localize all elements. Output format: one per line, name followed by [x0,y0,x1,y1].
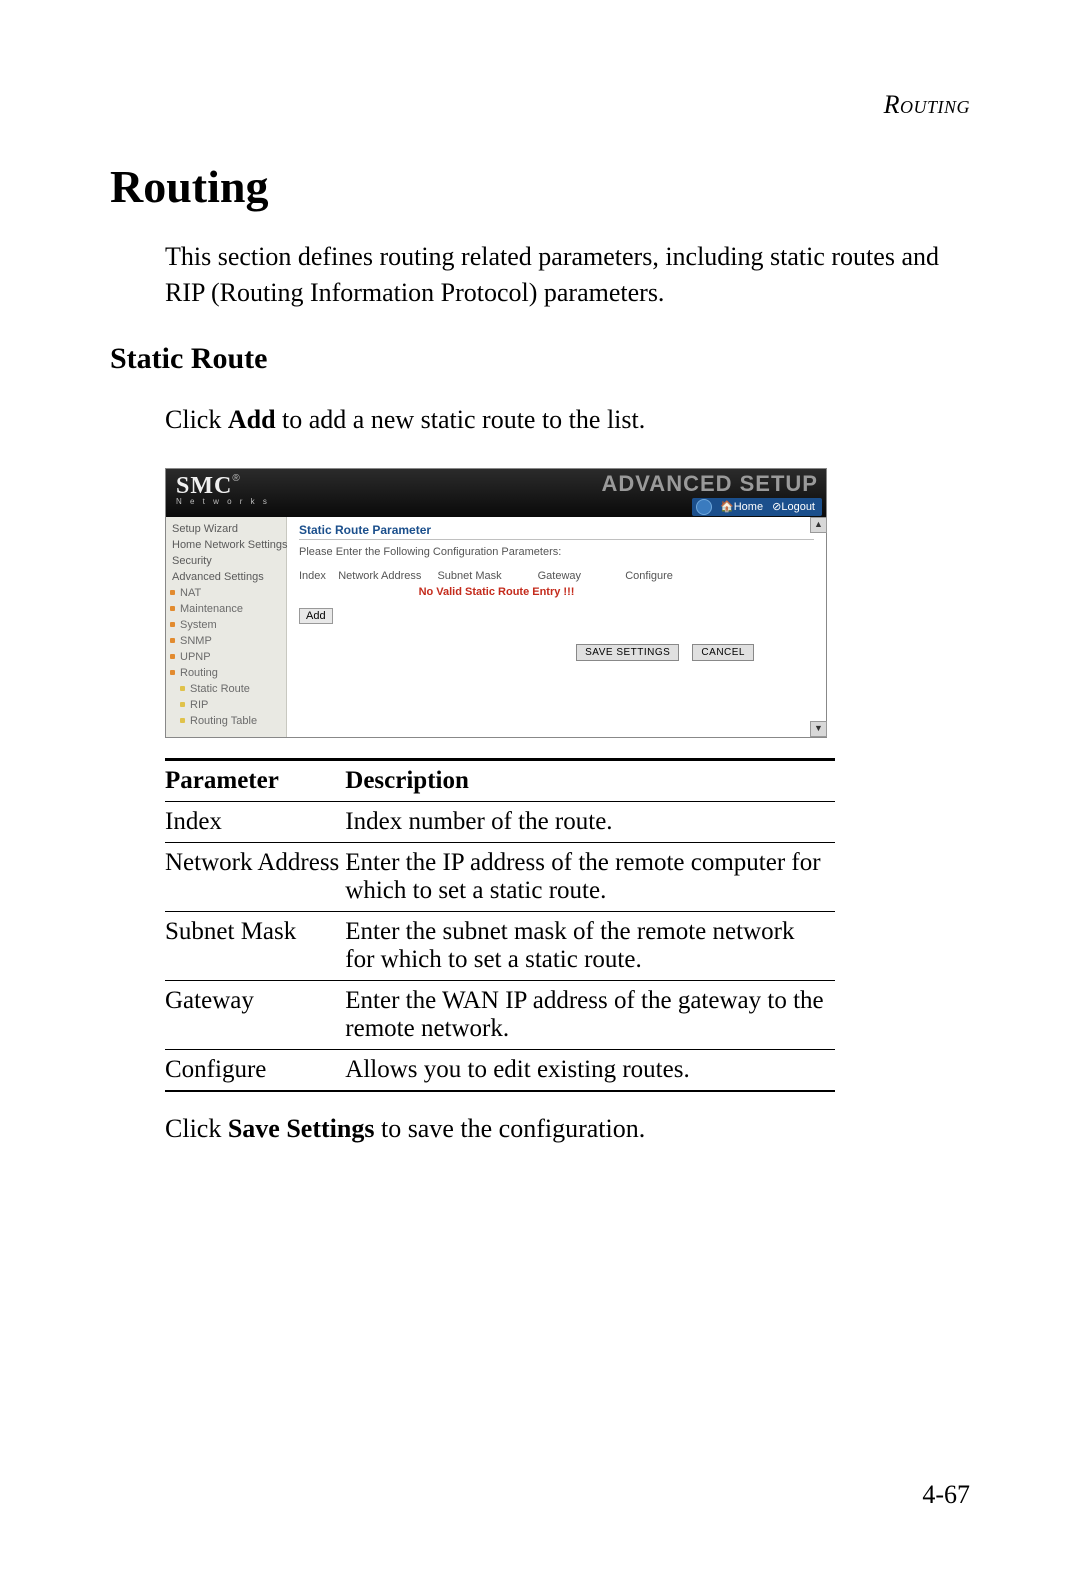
table-row: Network Address Enter the IP address of … [165,843,835,912]
param-desc: Allows you to edit existing routes. [345,1050,835,1092]
th-parameter: Parameter [165,760,345,802]
sidebar-item-security[interactable]: Security [166,553,286,569]
sub-intro-bold: Add [228,405,276,434]
cancel-button[interactable]: CANCEL [692,644,754,661]
content-pane: ▲ Static Route Parameter Please Enter th… [287,517,826,737]
smc-logo: SMC® N e t w o r k s [176,473,270,506]
col-subnet-mask: Subnet Mask [425,570,515,582]
closing-post: to save the configuration. [374,1114,645,1143]
col-configure: Configure [604,570,694,582]
param-name: Subnet Mask [165,912,345,981]
sub-intro-paragraph: Click Add to add a new static route to t… [165,402,970,438]
param-name: Index [165,802,345,843]
sidebar-item-nat[interactable]: NAT [166,585,286,601]
closing-pre: Click [165,1114,228,1143]
param-desc: Enter the subnet mask of the remote netw… [345,912,835,981]
content-instruction: Please Enter the Following Configuration… [299,546,814,558]
subsection-title: Static Route [110,342,970,376]
sidebar-item-maintenance[interactable]: Maintenance [166,601,286,617]
col-index: Index [299,570,335,582]
page-container: Routing Routing This section defines rou… [0,0,1080,1570]
logo-reg: ® [232,473,239,484]
scroll-down-icon[interactable]: ▼ [810,721,827,737]
sidebar-item-home-network[interactable]: Home Network Settings [166,537,286,553]
action-row: SAVE SETTINGS CANCEL [299,644,814,661]
parameter-description-table: Parameter Description Index Index number… [165,758,835,1092]
running-head: Routing [884,90,970,120]
table-row: Subnet Mask Enter the subnet mask of the… [165,912,835,981]
router-screenshot: SMC® N e t w o r k s ADVANCED SETUP 🏠Hom… [165,468,827,738]
screenshot-body: Setup Wizard Home Network Settings Secur… [166,517,826,737]
param-name: Network Address [165,843,345,912]
scroll-up-icon[interactable]: ▲ [810,517,827,533]
content-title: Static Route Parameter [299,523,814,540]
save-settings-button[interactable]: SAVE SETTINGS [576,644,679,661]
param-desc: Index number of the route. [345,802,835,843]
logo-text: SMC [176,473,232,499]
table-header-row: Index Network Address Subnet Mask Gatewa… [299,570,814,582]
closing-paragraph: Click Save Settings to save the configur… [165,1114,970,1144]
table-row: Index Index number of the route. [165,802,835,843]
sidebar-item-routing[interactable]: Routing [166,665,286,681]
sidebar-item-advanced[interactable]: Advanced Settings [166,569,286,585]
table-row: Configure Allows you to edit existing ro… [165,1050,835,1092]
sidebar-item-routing-table[interactable]: Routing Table [166,713,286,729]
page-number: 4-67 [922,1480,970,1510]
sidebar-item-snmp[interactable]: SNMP [166,633,286,649]
no-valid-entry: No Valid Static Route Entry !!! [299,586,814,598]
sidebar-item-setup-wizard[interactable]: Setup Wizard [166,521,286,537]
sidebar: Setup Wizard Home Network Settings Secur… [166,517,287,737]
screenshot-header: SMC® N e t w o r k s ADVANCED SETUP 🏠Hom… [166,469,826,517]
th-description: Description [345,760,835,802]
col-network-address: Network Address [335,570,425,582]
sub-intro-post: to add a new static route to the list. [276,405,646,434]
sidebar-item-rip[interactable]: RIP [166,697,286,713]
table-row: Gateway Enter the WAN IP address of the … [165,981,835,1050]
col-gateway: Gateway [514,570,604,582]
sub-intro-pre: Click [165,405,228,434]
globe-icon [696,499,712,515]
section-title: Routing [110,160,970,213]
param-name: Gateway [165,981,345,1050]
param-name: Configure [165,1050,345,1092]
closing-bold: Save Settings [228,1114,375,1143]
intro-paragraph: This section defines routing related par… [165,239,970,312]
header-links: 🏠Home ⊘Logout [692,498,822,516]
banner-title: ADVANCED SETUP [601,471,818,497]
table-header: Parameter Description [165,760,835,802]
logout-link[interactable]: ⊘Logout [772,501,815,513]
sidebar-item-upnp[interactable]: UPNP [166,649,286,665]
logo-subtext: N e t w o r k s [176,497,270,506]
param-desc: Enter the WAN IP address of the gateway … [345,981,835,1050]
sidebar-item-system[interactable]: System [166,617,286,633]
param-desc: Enter the IP address of the remote compu… [345,843,835,912]
sidebar-item-static-route[interactable]: Static Route [166,681,286,697]
add-button[interactable]: Add [299,608,333,624]
home-link[interactable]: 🏠Home [720,501,763,513]
